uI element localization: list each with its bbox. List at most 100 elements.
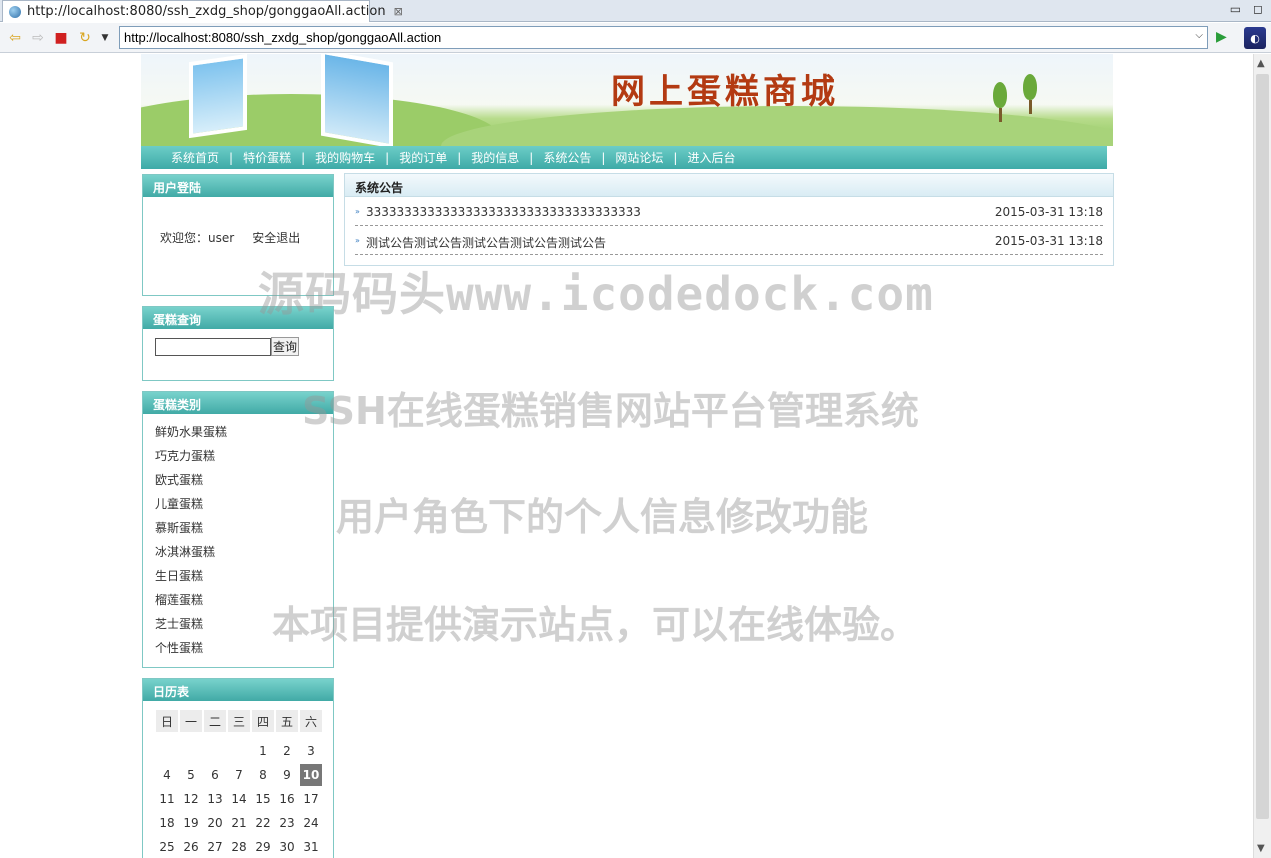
welcome-text: 欢迎您：user	[160, 231, 235, 245]
calendar-day: 6	[211, 768, 219, 782]
category-item[interactable]: 儿童蛋糕	[155, 494, 333, 518]
watermark-text: 本项目提供演示站点，可以在线体验。	[272, 603, 919, 647]
weekday-label: 四	[252, 710, 274, 732]
nav-orders[interactable]: 我的订单	[399, 149, 447, 166]
weekday-label: 五	[276, 710, 298, 732]
search-button[interactable]: 查询	[271, 337, 300, 356]
calendar-day: 16	[279, 792, 295, 806]
weekday-label: 日	[156, 710, 178, 732]
calendar-day: 22	[255, 816, 271, 830]
calendar-day: 28	[231, 840, 247, 854]
search-input[interactable]	[155, 337, 271, 356]
notice-header: 系统公告	[345, 174, 1113, 197]
back-icon[interactable]: ⇦	[6, 29, 24, 47]
calendar-day	[228, 740, 250, 762]
nav-cart[interactable]: 我的购物车	[315, 149, 375, 166]
site-banner: 网上蛋糕商城	[141, 54, 1113, 146]
url-text: http://localhost:8080/ssh_zxdg_shop/gong…	[124, 30, 442, 45]
weekday-label: 三	[228, 710, 250, 732]
weekday-label: 六	[300, 710, 322, 732]
browser-toolbar: ⇦ ⇨ ■ ↻ ▼ http://localhost:8080/ssh_zxdg…	[0, 23, 1271, 53]
notice-row[interactable]: » 333333333333333333333333333333333333 2…	[355, 197, 1103, 226]
calendar-day: 30	[279, 840, 295, 854]
stop-icon[interactable]: ■	[52, 29, 70, 47]
category-item[interactable]: 慕斯蛋糕	[155, 518, 333, 542]
nav-my-info[interactable]: 我的信息	[471, 149, 519, 166]
calendar-day: 14	[231, 792, 247, 806]
category-item[interactable]: 欧式蛋糕	[155, 470, 333, 494]
nav-admin[interactable]: 进入后台	[687, 149, 735, 166]
window-illustration	[189, 54, 247, 139]
calendar-day: 7	[235, 768, 243, 782]
scroll-down-icon[interactable]: ▼	[1257, 843, 1265, 854]
scrollbar-thumb[interactable]	[1256, 74, 1269, 819]
browser-tab-title: http://localhost:8080/ssh_zxdg_shop/gong…	[27, 4, 386, 19]
calendar-day: 1	[259, 744, 267, 758]
refresh-icon[interactable]: ↻	[76, 29, 94, 47]
nav-home[interactable]: 系统首页	[171, 149, 219, 166]
window-controls: ▭ ◻	[1230, 2, 1263, 16]
calendar-day: 8	[259, 768, 267, 782]
calendar-box: 日历表 日 一 二 三 四 五 六 1 2 3 4 5 6 7 8 9 10 11 12 13 14 15 1…	[142, 678, 334, 858]
maximize-icon[interactable]: ◻	[1253, 2, 1263, 16]
category-item[interactable]: 生日蛋糕	[155, 566, 333, 590]
calendar-day: 23	[279, 816, 295, 830]
calendar-day: 3	[307, 744, 315, 758]
browser-tab[interactable]: http://localhost:8080/ssh_zxdg_shop/gong…	[2, 0, 403, 22]
browser-tab-bar: http://localhost:8080/ssh_zxdg_shop/gong…	[0, 0, 1271, 22]
nav-specials[interactable]: 特价蛋糕	[243, 149, 291, 166]
calendar-day: 10	[300, 764, 322, 786]
go-icon[interactable]: ▶	[1216, 29, 1227, 45]
calendar-day: 12	[183, 792, 199, 806]
page-viewport: 网上蛋糕商城 系统首页 | 特价蛋糕 | 我的购物车 | 我的订单 | 我的信息 | 系统…	[0, 54, 1253, 858]
category-item[interactable]: 冰淇淋蛋糕	[155, 542, 333, 566]
tree-illustration	[993, 82, 1007, 122]
calendar-header: 日历表	[143, 679, 333, 701]
tree-illustration	[1023, 74, 1037, 114]
calendar-day: 27	[207, 840, 223, 854]
notice-date: 2015-03-31 13:18	[994, 205, 1103, 219]
calendar-day: 21	[231, 816, 247, 830]
logout-link[interactable]: 安全退出	[252, 231, 300, 245]
calendar-day: 4	[163, 768, 171, 782]
calendar-day: 31	[303, 840, 319, 854]
forward-icon[interactable]: ⇨	[29, 29, 47, 47]
nav-notices[interactable]: 系统公告	[543, 149, 591, 166]
calendar-day: 15	[255, 792, 271, 806]
calendar-day: 9	[283, 768, 291, 782]
calendar-day: 26	[183, 840, 199, 854]
close-tab-icon[interactable]: ⊠	[394, 5, 403, 18]
calendar-day: 20	[207, 816, 223, 830]
notice-date: 2015-03-31 13:18	[994, 234, 1103, 248]
history-dropdown-icon[interactable]: ▼	[96, 29, 114, 47]
minimize-icon[interactable]: ▭	[1230, 2, 1241, 16]
category-item[interactable]: 巧克力蛋糕	[155, 446, 333, 470]
calendar-day: 13	[207, 792, 223, 806]
calendar-day: 5	[187, 768, 195, 782]
calendar-day: 24	[303, 816, 319, 830]
calendar-day: 11	[159, 792, 175, 806]
calendar-day: 19	[183, 816, 199, 830]
calendar-day: 2	[283, 744, 291, 758]
eclipse-icon[interactable]: ◐	[1244, 27, 1266, 49]
notice-title[interactable]: 测试公告测试公告测试公告测试公告测试公告	[366, 234, 606, 251]
watermark-text: 源码码头www.icodedock.com	[258, 267, 934, 321]
notice-panel: 系统公告 » 333333333333333333333333333333333…	[344, 173, 1114, 266]
vertical-scrollbar[interactable]: ▲ ▼	[1253, 54, 1271, 858]
notice-row[interactable]: » 测试公告测试公告测试公告测试公告测试公告 2015-03-31 13:18	[355, 226, 1103, 255]
globe-icon	[9, 5, 21, 18]
calendar-day	[180, 740, 202, 762]
calendar-day: 29	[255, 840, 271, 854]
calendar-day	[156, 740, 178, 762]
scroll-up-icon[interactable]: ▲	[1257, 58, 1265, 69]
nav-forum[interactable]: 网站论坛	[615, 149, 663, 166]
chevron-down-icon[interactable]: ⌵	[1195, 30, 1203, 41]
main-nav: 系统首页 | 特价蛋糕 | 我的购物车 | 我的订单 | 我的信息 | 系统公告 | 网站论…	[141, 146, 1107, 169]
weekday-label: 二	[204, 710, 226, 732]
watermark-text: 用户角色下的个人信息修改功能	[336, 495, 869, 539]
calendar-day	[204, 740, 226, 762]
watermark-text: SSH在线蛋糕销售网站平台管理系统	[302, 389, 919, 433]
url-input[interactable]: http://localhost:8080/ssh_zxdg_shop/gong…	[119, 26, 1208, 49]
notice-title[interactable]: 333333333333333333333333333333333333	[366, 205, 641, 219]
calendar-day: 25	[159, 840, 175, 854]
